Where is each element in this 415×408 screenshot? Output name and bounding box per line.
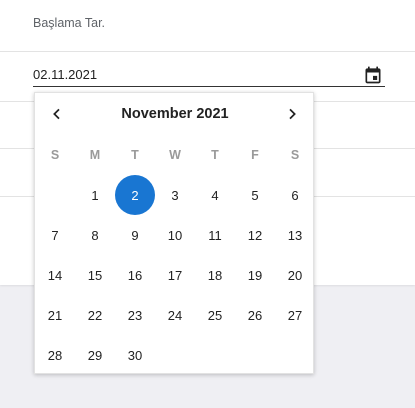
day-cell[interactable]: 30 <box>115 335 155 375</box>
day-number: 7 <box>51 227 59 243</box>
chevron-left-icon <box>53 108 60 120</box>
row-divider <box>0 51 415 52</box>
day-cell[interactable]: 12 <box>235 215 275 255</box>
day-number: 17 <box>167 267 183 283</box>
day-number: 24 <box>167 307 183 323</box>
day-cell[interactable]: 5 <box>235 175 275 215</box>
day-number: 11 <box>208 227 222 243</box>
day-cell[interactable]: 14 <box>35 255 75 295</box>
weekday-header: W <box>169 148 181 162</box>
next-month-button[interactable] <box>281 103 303 125</box>
day-number: 2 <box>131 187 139 203</box>
day-number: 12 <box>247 227 263 243</box>
date-picker-header: November 2021 <box>35 93 315 135</box>
day-number: 25 <box>207 307 223 323</box>
day-number: 26 <box>247 307 263 323</box>
day-number: 30 <box>127 347 143 363</box>
day-number: 22 <box>87 307 103 323</box>
day-cell[interactable]: 25 <box>195 295 235 335</box>
open-calendar-button[interactable] <box>362 64 384 86</box>
day-cell[interactable]: 16 <box>115 255 155 295</box>
day-cell[interactable]: 26 <box>235 295 275 335</box>
day-cell[interactable]: 9 <box>115 215 155 255</box>
weekday-header: S <box>50 148 60 162</box>
day-number: 27 <box>287 307 303 323</box>
day-number: 19 <box>247 267 263 283</box>
day-number: 5 <box>251 187 259 203</box>
calendar-icon <box>365 66 381 84</box>
day-cell[interactable]: 27 <box>275 295 315 335</box>
day-number: 21 <box>47 307 63 323</box>
month-title: November 2021 <box>121 106 229 122</box>
day-cell[interactable]: 29 <box>75 335 115 375</box>
day-cell[interactable]: 13 <box>275 215 315 255</box>
day-cell-selected[interactable]: 2 <box>115 175 155 215</box>
day-number: 4 <box>211 187 219 203</box>
day-cell[interactable]: 28 <box>35 335 75 375</box>
day-cell[interactable]: 17 <box>155 255 195 295</box>
day-number: 28 <box>47 347 63 363</box>
day-cell[interactable]: 4 <box>195 175 235 215</box>
day-number: 16 <box>127 267 143 283</box>
day-number: 13 <box>287 227 303 243</box>
day-number: 29 <box>87 347 103 363</box>
chevron-right-icon <box>289 108 296 120</box>
start-date-input[interactable] <box>33 62 385 87</box>
day-cell[interactable]: 3 <box>155 175 195 215</box>
weekday-header: T <box>211 148 219 162</box>
day-cell[interactable]: 24 <box>155 295 195 335</box>
day-cell[interactable]: 18 <box>195 255 235 295</box>
day-number: 9 <box>131 227 139 243</box>
day-cell[interactable]: 15 <box>75 255 115 295</box>
day-number: 15 <box>87 267 103 283</box>
day-cell[interactable]: 23 <box>115 295 155 335</box>
day-cell[interactable]: 20 <box>275 255 315 295</box>
day-cell[interactable]: 6 <box>275 175 315 215</box>
day-cell[interactable]: 21 <box>35 295 75 335</box>
day-cell[interactable]: 8 <box>75 215 115 255</box>
day-cell[interactable]: 11 <box>195 215 235 255</box>
day-cell[interactable]: 1 <box>75 175 115 215</box>
day-number: 3 <box>171 187 179 203</box>
date-picker-popup: November 2021 S M T W T F S 1 2 3 4 5 6 7 8 9 10 1… <box>34 92 314 374</box>
day-number: 18 <box>207 267 223 283</box>
day-number: 6 <box>291 187 299 203</box>
weekday-header: F <box>251 148 259 162</box>
day-number: 14 <box>47 267 63 283</box>
weekday-header: S <box>290 148 300 162</box>
day-number: 20 <box>287 267 303 283</box>
day-cell[interactable]: 22 <box>75 295 115 335</box>
day-number: 10 <box>167 227 183 243</box>
day-number: 1 <box>91 187 99 203</box>
weekday-header: M <box>89 148 101 162</box>
day-cell[interactable]: 19 <box>235 255 275 295</box>
previous-month-button[interactable] <box>46 103 68 125</box>
day-number: 23 <box>127 307 143 323</box>
start-date-label: Başlama Tar. <box>33 16 106 30</box>
day-cell[interactable]: 10 <box>155 215 195 255</box>
day-cell[interactable]: 7 <box>35 215 75 255</box>
day-number: 8 <box>91 227 99 243</box>
weekday-header: T <box>131 148 139 162</box>
page: Başlama Tar. November 2021 S <box>0 0 415 408</box>
